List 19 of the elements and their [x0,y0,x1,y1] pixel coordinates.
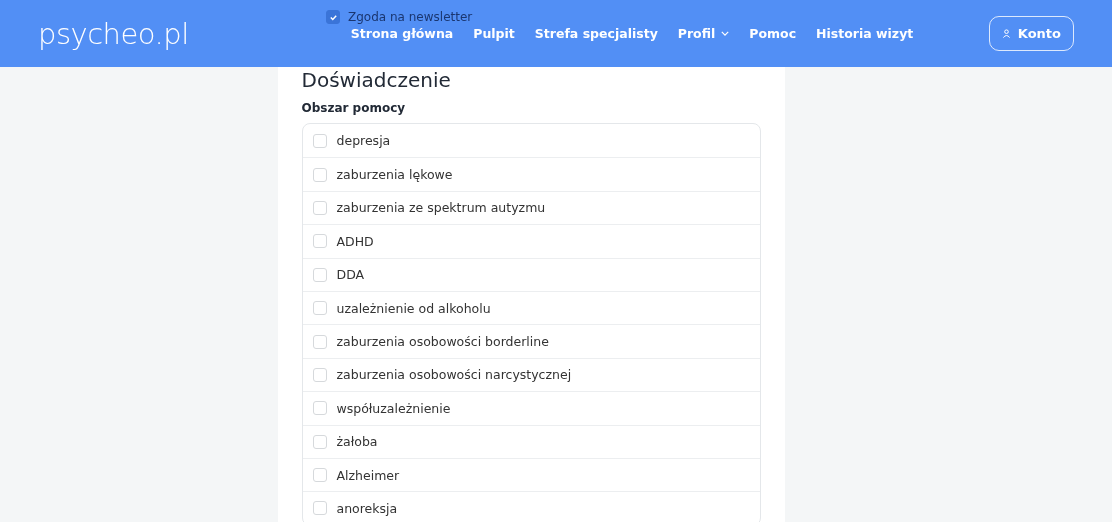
checkbox[interactable] [326,10,340,24]
checkbox-option[interactable]: Alzheimer [302,457,760,492]
checkbox-option[interactable]: depresja [302,124,760,158]
checkbox-option[interactable]: ADHD [302,224,760,258]
checkbox-option[interactable]: DDA [302,257,760,291]
checkbox-option[interactable]: anoreksja [302,491,760,522]
checkbox-option[interactable]: zaburzenia osobowości borderline [302,324,760,358]
checkbox-option[interactable]: uzależnienie od alkoholu [302,290,760,325]
checkbox-option[interactable]: zaburzenia osobowości narcystycznej [302,357,760,392]
consent-label: Zgoda na newsletter [348,10,473,24]
checkbox-option[interactable]: współuzależnienie [302,391,760,425]
field-label: Obszar pomocy [301,101,407,115]
user-icon [1001,29,1011,38]
checkmark-icon [328,12,338,22]
section-title: Doświadczenie [301,67,452,94]
checkbox-option[interactable]: zaburzenia ze spektrum autyzmu [302,190,760,225]
checkbox-option[interactable]: zaburzenia lękowe [302,157,760,191]
chevron-down-icon [721,31,730,36]
checkbox-option[interactable]: żałoba [302,424,760,458]
